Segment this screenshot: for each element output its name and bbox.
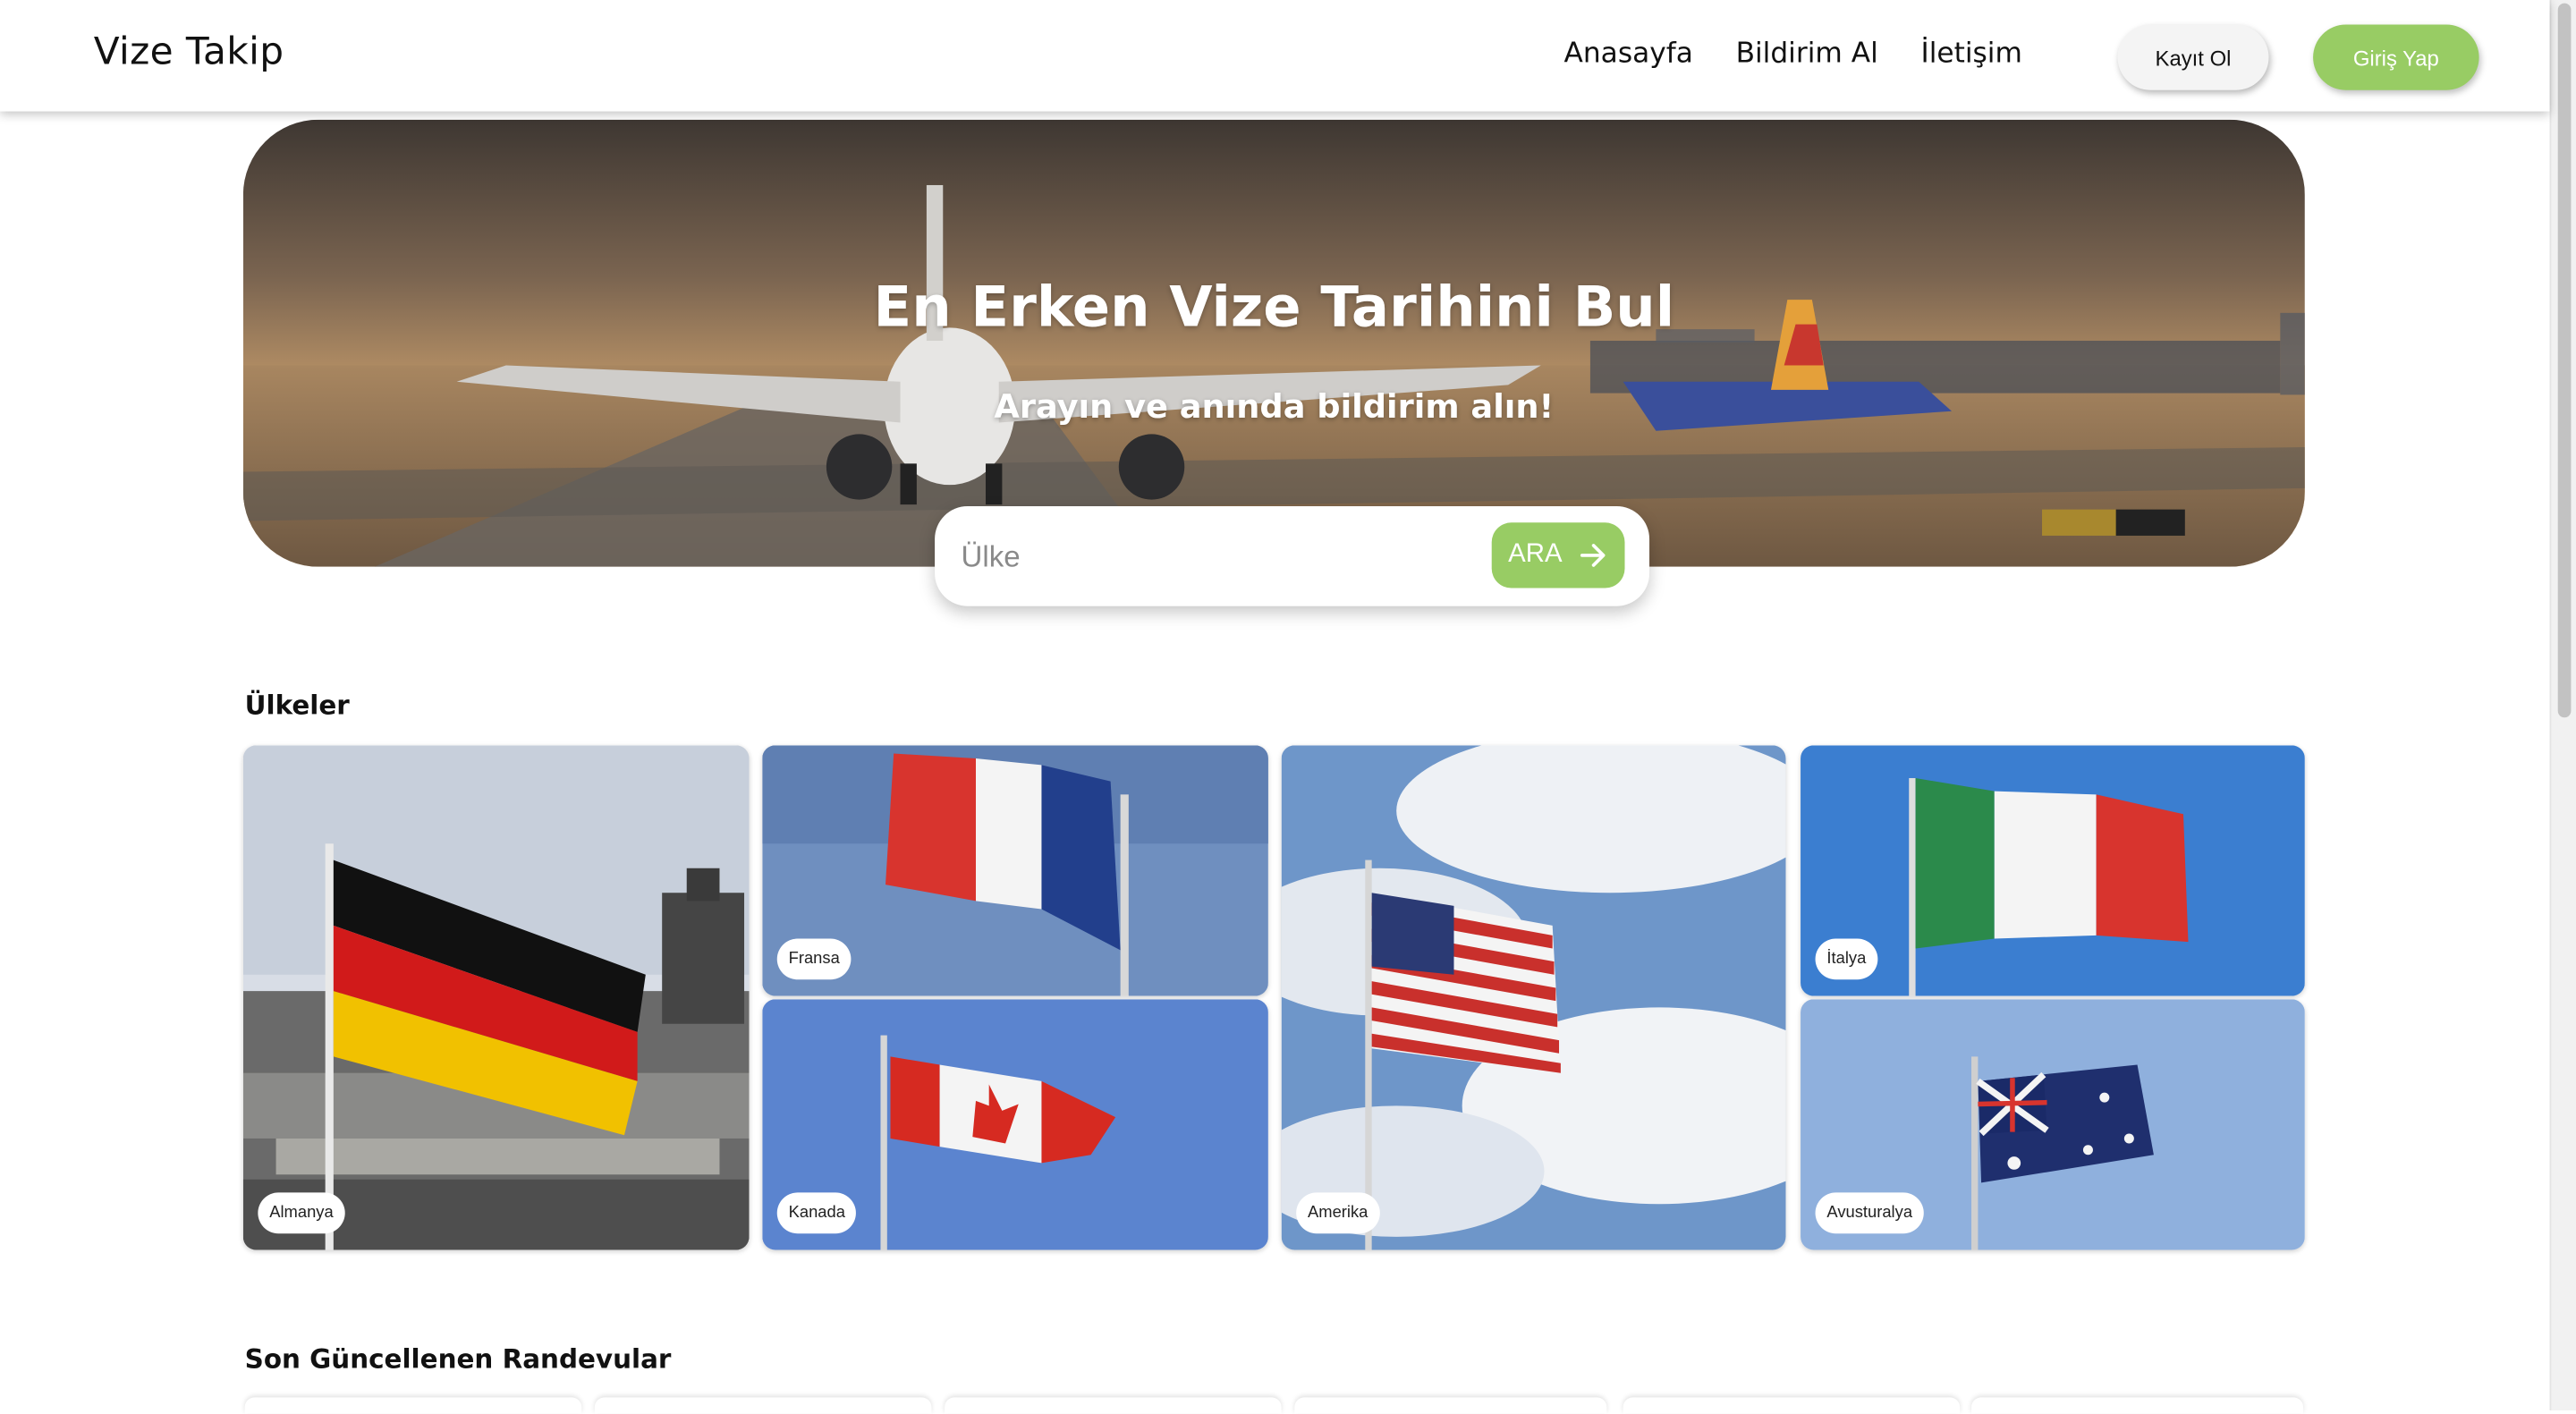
scrollbar-thumb[interactable] [2557,3,2572,718]
country-label-fransa: Fransa [776,938,852,980]
arrow-right-icon [1580,544,1606,567]
country-card-fransa[interactable]: Fransa [762,745,1268,996]
nav-link-contact[interactable]: İletişim [1921,38,2022,71]
country-label-avusturalya: Avusturalya [1815,1192,1924,1234]
countries-section-title: Ülkeler [244,690,350,721]
appointment-card[interactable] [594,1397,932,1414]
country-search-input[interactable] [957,529,1458,585]
hero-subtitle: Arayın ve anında bildirim alın! [994,386,1555,427]
recent-appointments-title: Son Güncellenen Randevular [244,1342,672,1375]
country-card-almanya[interactable]: Almanya [242,745,750,1250]
main-nav: Anasayfa Bildirim Al İletişim [1564,38,2022,71]
nav-link-notifications[interactable]: Bildirim Al [1736,38,1878,71]
country-card-amerika[interactable]: Amerika [1281,745,1786,1250]
country-label-amerika: Amerika [1296,1192,1380,1234]
hero-banner: En Erken Vize Tarihini Bul Arayın ve anı… [242,119,2305,567]
country-card-italya[interactable]: İtalya [1801,745,2305,996]
nav-link-home[interactable]: Anasayfa [1564,38,1693,71]
register-button[interactable]: Kayıt Ol [2117,24,2269,90]
country-card-kanada[interactable]: Kanada [762,999,1268,1250]
top-navbar: Vize Takip Anasayfa Bildirim Al İletişim… [0,0,2550,112]
country-label-kanada: Kanada [776,1192,857,1234]
search-button[interactable]: ARA [1491,522,1625,588]
germany-flag-image [242,745,750,1250]
country-card-avusturalya[interactable]: Avusturalya [1801,999,2305,1250]
hero-title: En Erken Vize Tarihini Bul [873,275,1675,341]
appointment-card[interactable] [1294,1397,1607,1414]
country-search-box: ARA [935,505,1650,606]
site-logo[interactable]: Vize Takip [94,31,284,74]
appointment-card[interactable] [945,1397,1282,1414]
appointment-card[interactable] [1623,1397,1961,1414]
page-scrollbar[interactable] [2549,0,2576,1411]
hero-airport-image [242,119,2305,567]
usa-flag-image [1281,745,1786,1250]
appointment-card[interactable] [244,1397,582,1414]
login-button[interactable]: Giriş Yap [2313,24,2479,90]
search-button-label: ARA [1508,540,1563,569]
country-label-italya: İtalya [1815,938,1878,980]
appointment-card[interactable] [1971,1397,2304,1414]
country-label-almanya: Almanya [258,1192,345,1234]
